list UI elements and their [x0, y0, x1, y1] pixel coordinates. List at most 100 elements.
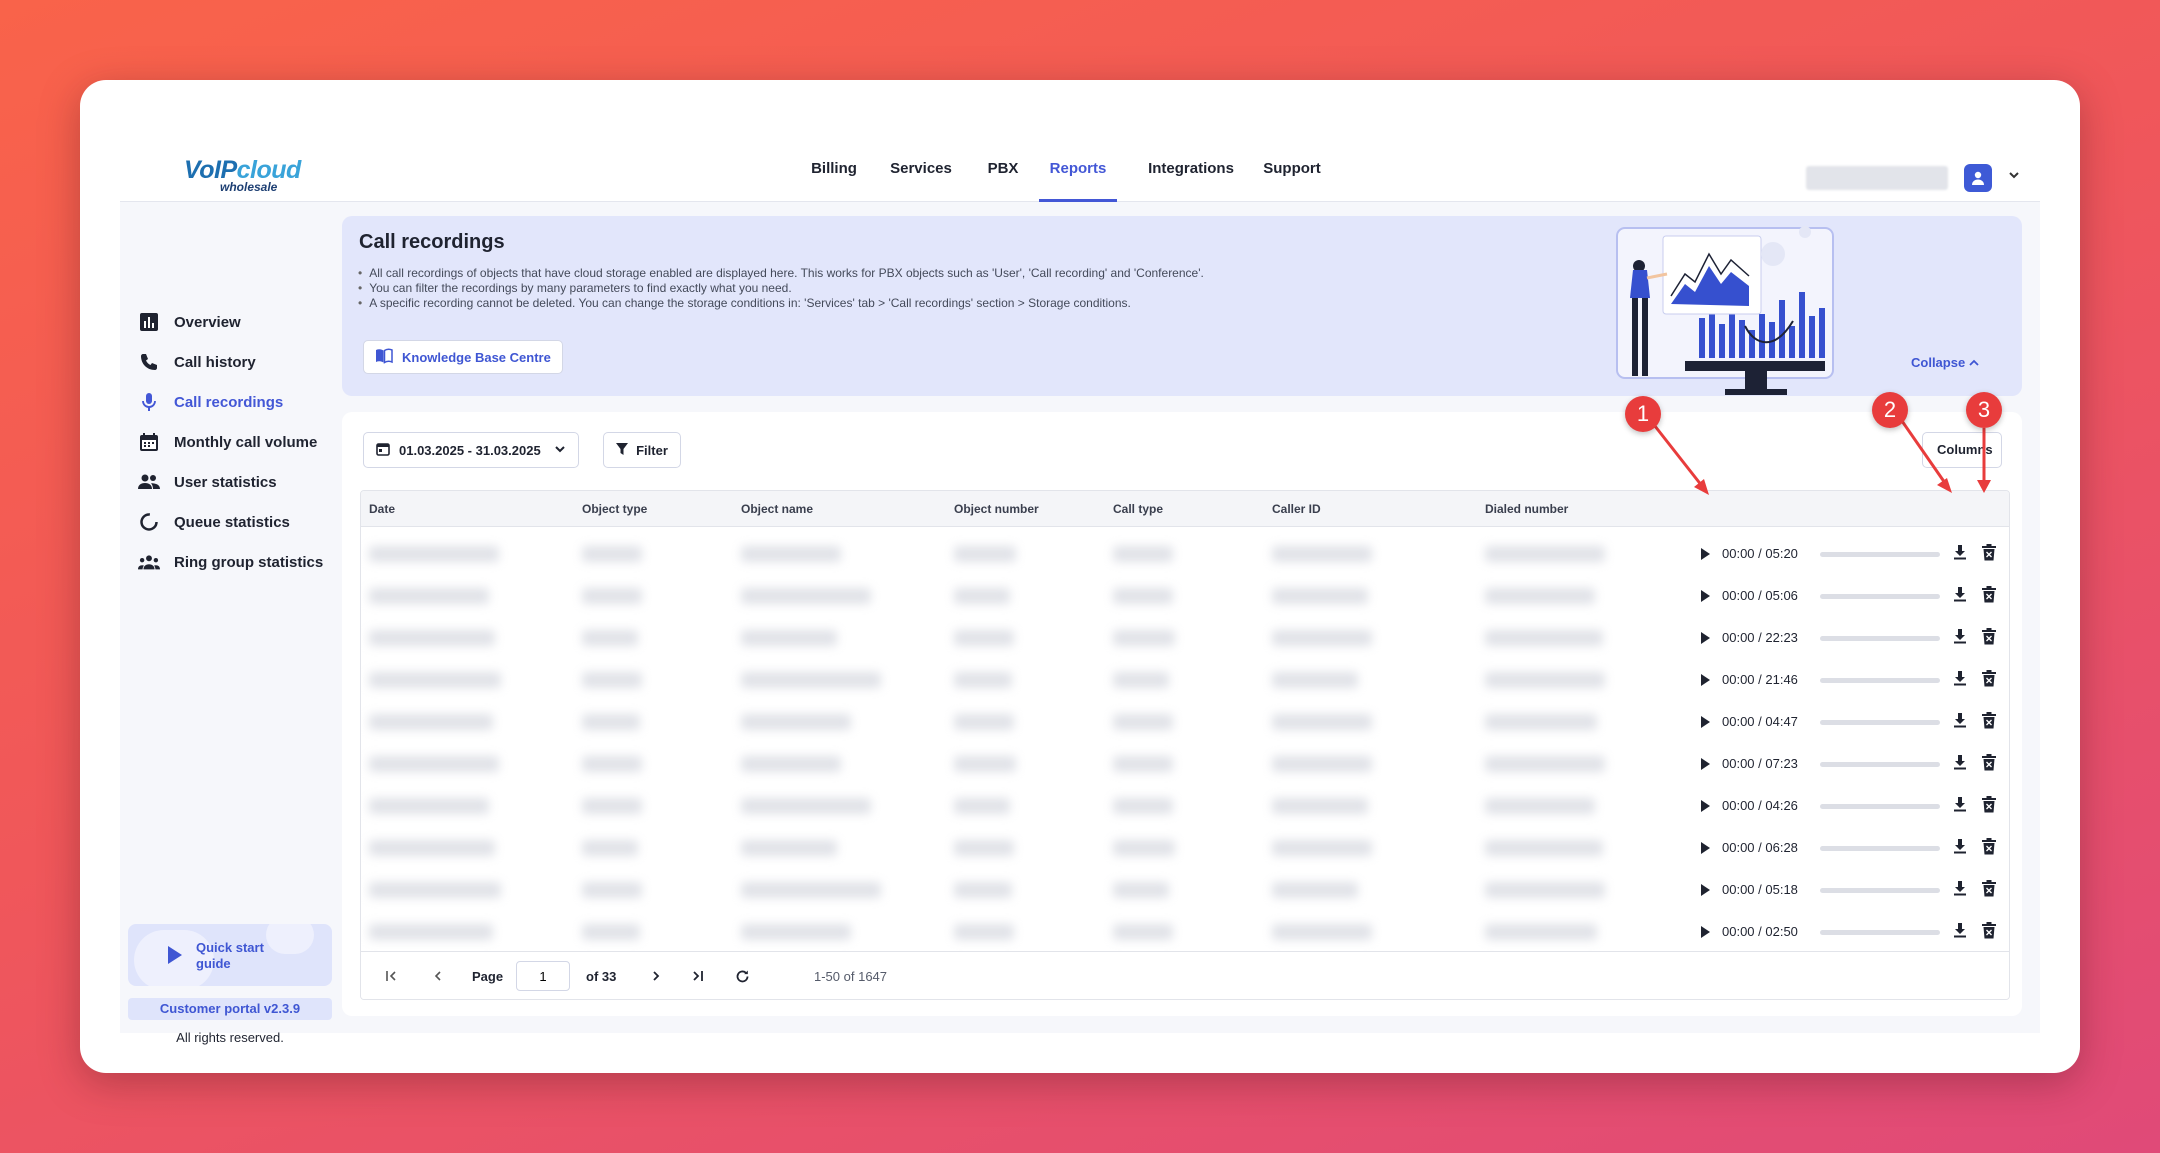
playback-progress-bar[interactable]: [1820, 678, 1940, 683]
app-container: VoIPcloud wholesale Billing Services PBX…: [120, 120, 2040, 1045]
playback-progress-bar[interactable]: [1820, 888, 1940, 893]
delete-icon[interactable]: [1982, 754, 1996, 776]
nav-reports[interactable]: Reports: [1039, 120, 1117, 202]
play-icon[interactable]: [1701, 884, 1710, 896]
nav-integrations[interactable]: Integrations: [1147, 120, 1235, 202]
playback-progress-bar[interactable]: [1820, 720, 1940, 725]
play-icon[interactable]: [1701, 548, 1710, 560]
filter-button[interactable]: Filter: [603, 432, 681, 468]
previous-page-icon[interactable]: [431, 969, 445, 986]
sidebar-item-user-statistics[interactable]: User statistics: [138, 467, 277, 497]
download-icon[interactable]: [1953, 922, 1967, 943]
top-navigation-bar: VoIPcloud wholesale Billing Services PBX…: [120, 120, 2040, 202]
delete-icon[interactable]: [1982, 544, 1996, 566]
users-icon: [138, 471, 160, 493]
nav-services[interactable]: Services: [888, 120, 954, 202]
recordings-card: 01.03.2025 - 31.03.2025 Filter Columns D…: [342, 412, 2022, 1016]
next-page-icon[interactable]: [649, 969, 663, 986]
delete-icon[interactable]: [1982, 712, 1996, 734]
delete-icon[interactable]: [1982, 880, 1996, 902]
sidebar-item-overview[interactable]: Overview: [138, 307, 241, 337]
chevron-down-icon[interactable]: [2008, 168, 2020, 184]
first-page-icon[interactable]: [384, 969, 398, 986]
playback-progress-bar[interactable]: [1820, 594, 1940, 599]
playback-progress-bar[interactable]: [1820, 846, 1940, 851]
annotation-marker-3: 3: [1966, 392, 2002, 428]
sidebar-item-call-recordings[interactable]: Call recordings: [138, 387, 283, 417]
playback-progress-bar[interactable]: [1820, 552, 1940, 557]
download-icon[interactable]: [1953, 544, 1967, 565]
info-bullet: You can filter the recordings by many pa…: [358, 281, 1204, 296]
download-icon[interactable]: [1953, 754, 1967, 775]
knowledge-base-button[interactable]: Knowledge Base Centre: [363, 340, 563, 374]
redacted-cell: [954, 672, 1012, 688]
phone-icon: [138, 351, 160, 373]
redacted-cell: [1485, 924, 1597, 940]
user-name-redacted: [1806, 166, 1948, 190]
page-number-input[interactable]: [516, 961, 570, 991]
play-icon[interactable]: [1701, 632, 1710, 644]
user-avatar-icon[interactable]: [1964, 164, 1992, 192]
last-page-icon[interactable]: [691, 969, 705, 986]
redacted-cell: [582, 588, 642, 604]
date-range-picker[interactable]: 01.03.2025 - 31.03.2025: [363, 432, 579, 468]
column-header-call-type[interactable]: Call type: [1113, 491, 1163, 527]
redacted-cell: [1485, 546, 1605, 562]
playback-progress-bar[interactable]: [1820, 636, 1940, 641]
download-icon[interactable]: [1953, 838, 1967, 859]
redacted-cell: [954, 714, 1014, 730]
columns-button[interactable]: Columns: [1922, 432, 2002, 468]
table-row: 00:00 / 21:46: [361, 659, 2009, 701]
play-icon[interactable]: [1701, 926, 1710, 938]
download-icon[interactable]: [1953, 880, 1967, 901]
download-icon[interactable]: [1953, 670, 1967, 691]
sidebar-item-call-history[interactable]: Call history: [138, 347, 256, 377]
playback-progress-bar[interactable]: [1820, 762, 1940, 767]
redacted-cell: [741, 882, 881, 898]
calendar-icon: [138, 431, 160, 453]
nav-pbx[interactable]: PBX: [985, 120, 1021, 202]
playback-progress-bar[interactable]: [1820, 930, 1940, 935]
info-bullet: A specific recording cannot be deleted. …: [358, 296, 1204, 311]
nav-billing[interactable]: Billing: [810, 120, 858, 202]
redacted-cell: [1272, 756, 1372, 772]
download-icon[interactable]: [1953, 586, 1967, 607]
column-header-object-type[interactable]: Object type: [582, 491, 647, 527]
download-icon[interactable]: [1953, 796, 1967, 817]
play-icon[interactable]: [1701, 800, 1710, 812]
column-header-caller-id[interactable]: Caller ID: [1272, 491, 1321, 527]
nav-support[interactable]: Support: [1261, 120, 1323, 202]
sidebar-item-ring-group-statistics[interactable]: Ring group statistics: [138, 547, 323, 577]
quick-start-guide-button[interactable]: Quick start guide: [128, 924, 332, 986]
recordings-table: Date Object type Object name Object numb…: [360, 490, 2010, 1000]
delete-icon[interactable]: [1982, 628, 1996, 650]
delete-icon[interactable]: [1982, 922, 1996, 944]
delete-icon[interactable]: [1982, 670, 1996, 692]
delete-icon[interactable]: [1982, 586, 1996, 608]
play-icon[interactable]: [1701, 716, 1710, 728]
column-header-object-name[interactable]: Object name: [741, 491, 813, 527]
playback-progress-bar[interactable]: [1820, 804, 1940, 809]
voipcloud-logo[interactable]: VoIPcloud wholesale: [184, 156, 301, 194]
download-icon[interactable]: [1953, 712, 1967, 733]
sidebar-item-queue-statistics[interactable]: Queue statistics: [138, 507, 290, 537]
page-label: Page: [472, 969, 504, 984]
redacted-cell: [369, 756, 499, 772]
download-icon[interactable]: [1953, 628, 1967, 649]
column-header-date[interactable]: Date: [369, 491, 395, 527]
play-icon[interactable]: [1701, 674, 1710, 686]
audio-player: 00:00 / 21:46: [1701, 659, 2001, 701]
play-icon[interactable]: [1701, 842, 1710, 854]
refresh-icon[interactable]: [735, 969, 750, 987]
playback-time: 00:00 / 22:23: [1722, 630, 1798, 645]
collapse-banner-link[interactable]: Collapse: [1911, 355, 1979, 370]
sidebar-item-monthly-call-volume[interactable]: Monthly call volume: [138, 427, 317, 457]
group-icon: [138, 551, 160, 573]
play-icon[interactable]: [1701, 758, 1710, 770]
column-header-object-number[interactable]: Object number: [954, 491, 1039, 527]
redacted-cell: [1485, 588, 1595, 604]
delete-icon[interactable]: [1982, 838, 1996, 860]
delete-icon[interactable]: [1982, 796, 1996, 818]
column-header-dialed-number[interactable]: Dialed number: [1485, 491, 1568, 527]
play-icon[interactable]: [1701, 590, 1710, 602]
